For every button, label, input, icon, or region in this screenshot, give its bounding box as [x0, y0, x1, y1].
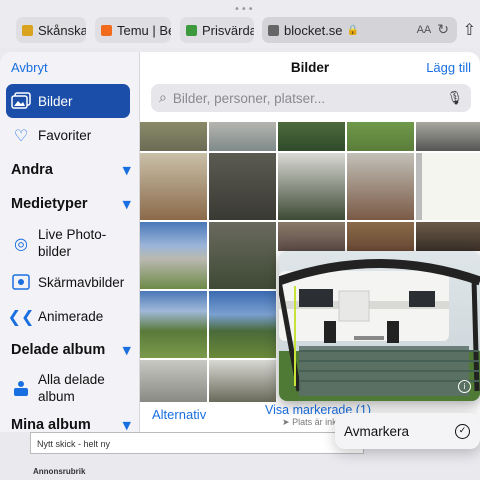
section-andra[interactable]: Andra ▼	[11, 162, 131, 178]
deselect-label: Avmarkera	[344, 423, 410, 439]
sidebar-item-live-photos[interactable]: ◎ Live Photo-bilder	[6, 223, 130, 263]
section-label: Medietyper	[11, 196, 88, 212]
caravan-photo	[279, 251, 480, 401]
sidebar-item-label: Bilder	[38, 93, 73, 109]
tab-favicon	[186, 24, 197, 36]
chevron-down-icon: ▼	[122, 163, 131, 177]
search-icon: ⌕	[159, 90, 167, 106]
reload-icon[interactable]: ↻	[437, 22, 449, 38]
sidebar-item-label: Alla delade album	[38, 372, 105, 404]
address-text: blocket.se	[284, 22, 343, 38]
add-button[interactable]: Lägg till	[426, 60, 471, 75]
condition-field[interactable]: Nytt skick - helt ny	[30, 432, 364, 454]
drag-handle-icon[interactable]: •••	[234, 4, 255, 15]
photo-thumbnail[interactable]	[209, 122, 276, 151]
picker-sidebar: Avbryt Bilder ♡ Favoriter Andra ▼ Mediet…	[0, 52, 140, 432]
photo-thumbnail[interactable]	[278, 222, 345, 251]
photo-thumbnail[interactable]	[209, 222, 276, 289]
sidebar-item-label: Skärmavbilder	[38, 274, 125, 290]
checkmark-circle-icon: ✓	[455, 423, 470, 439]
photo-thumbnail[interactable]	[278, 153, 345, 220]
chevron-down-icon: ▼	[122, 197, 131, 211]
photo-thumbnail[interactable]	[140, 222, 207, 289]
photo-thumbnail[interactable]	[140, 153, 207, 220]
chevron-down-icon: ▼	[122, 343, 131, 357]
search-field[interactable]: ⌕ Bilder, personer, platser... 🎙	[151, 84, 471, 112]
photo-thumbnail[interactable]	[416, 153, 480, 220]
tab-label: Prisvärda	[202, 22, 254, 38]
ad-title-label: Annonsrubrik	[33, 467, 86, 476]
section-label: Mina album	[11, 417, 91, 432]
sidebar-item-label: Animerade	[38, 308, 104, 324]
microphone-icon[interactable]: 🎙	[446, 91, 463, 106]
info-icon[interactable]: i	[458, 380, 471, 393]
chevron-down-icon: ▼	[122, 418, 131, 432]
sidebar-item-favoriter[interactable]: ♡ Favoriter	[6, 118, 130, 152]
address-bar[interactable]: blocket.se 🔒 AA ↻	[262, 17, 457, 43]
cancel-button[interactable]: Avbryt	[11, 60, 48, 75]
search-placeholder: Bilder, personer, platser...	[172, 90, 326, 106]
photo-thumbnail[interactable]	[209, 360, 276, 402]
photo-thumbnail[interactable]	[347, 122, 414, 151]
tab-favicon	[101, 24, 112, 36]
section-label: Andra	[11, 162, 53, 178]
tab-label: Skånska D	[38, 22, 86, 38]
browser-toolbar: ••• Skånska D Temu | Be Prisvärda blocke…	[0, 0, 480, 48]
live-photo-icon: ◎	[14, 233, 28, 253]
section-mina-album[interactable]: Mina album ▼	[11, 417, 131, 432]
sidebar-item-label: Favoriter	[38, 127, 92, 143]
photo-thumbnail[interactable]	[140, 122, 207, 151]
sidebar-item-screenshots[interactable]: Skärmavbilder	[6, 265, 130, 299]
sidebar-item-bilder[interactable]: Bilder	[6, 84, 130, 118]
section-label: Delade album	[11, 342, 106, 358]
heart-icon: ♡	[13, 125, 29, 145]
sidebar-item-animated[interactable]: ❮❮ Animerade	[6, 299, 130, 333]
options-button[interactable]: Alternativ	[152, 407, 206, 422]
share-icon[interactable]: ⇧	[463, 20, 476, 39]
sidebar-item-label: Live Photo-bilder	[38, 227, 107, 259]
context-menu-deselect[interactable]: Avmarkera ✓	[335, 413, 480, 449]
tab-favicon	[22, 24, 33, 36]
reader-aa-button[interactable]: AA	[417, 24, 432, 36]
photo-thumbnail[interactable]	[209, 291, 276, 358]
site-favicon	[268, 24, 279, 36]
photo-thumbnail[interactable]	[347, 153, 414, 220]
tab-3[interactable]: Prisvärda	[180, 17, 254, 43]
tab-1[interactable]: Skånska D	[16, 17, 86, 43]
photo-thumbnail[interactable]	[416, 122, 480, 151]
tab-2[interactable]: Temu | Be	[95, 17, 171, 43]
animated-icon: ❮❮	[7, 306, 35, 326]
photo-thumbnail[interactable]	[209, 153, 276, 220]
tab-label: Temu | Be	[117, 22, 171, 38]
photo-thumbnail[interactable]	[347, 222, 414, 251]
photos-icon	[10, 90, 32, 112]
screenshot-icon	[10, 271, 32, 293]
photo-thumbnail[interactable]	[140, 360, 207, 402]
shared-album-icon	[10, 377, 32, 399]
photo-thumbnail[interactable]	[278, 122, 345, 151]
lock-icon: 🔒	[346, 24, 359, 36]
location-arrow-icon: ➤	[282, 418, 290, 428]
sidebar-item-shared-albums[interactable]: Alla delade album	[6, 368, 130, 408]
photo-thumbnail[interactable]	[140, 291, 207, 358]
photo-thumbnail[interactable]	[416, 222, 480, 251]
section-medietyper[interactable]: Medietyper ▼	[11, 196, 131, 212]
photo-preview[interactable]: i	[279, 251, 480, 401]
section-delade-album[interactable]: Delade album ▼	[11, 342, 131, 358]
